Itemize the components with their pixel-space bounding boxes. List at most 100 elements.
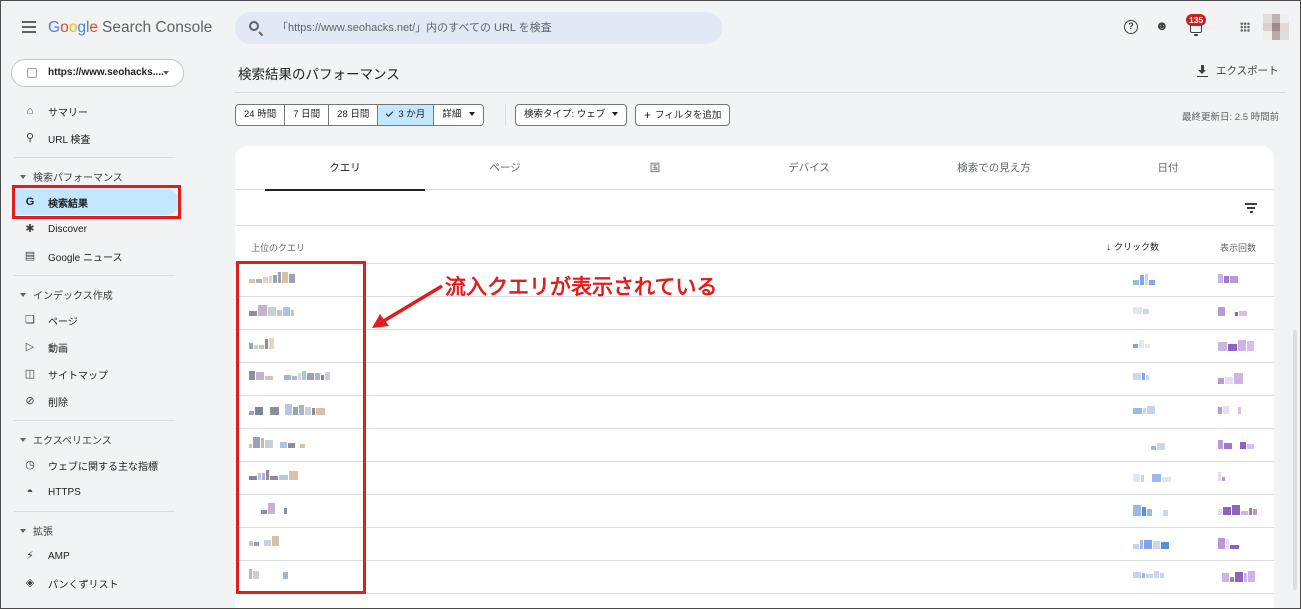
collapse-arrow-icon bbox=[20, 437, 26, 442]
impressions-cell-redacted bbox=[1218, 274, 1239, 283]
sidebar-item-label: 動画 bbox=[48, 343, 68, 355]
sidebar-divider bbox=[14, 157, 175, 158]
table-row[interactable] bbox=[235, 561, 1274, 594]
clicks-cell-redacted bbox=[1133, 472, 1178, 482]
column-header-clicks[interactable]: ↓ クリック数 bbox=[1106, 240, 1159, 253]
range-3-months-button[interactable]: 3 か月 bbox=[378, 105, 435, 125]
table-row[interactable] bbox=[235, 330, 1274, 363]
property-chart-icon bbox=[27, 68, 37, 78]
impressions-cell-redacted bbox=[1218, 439, 1255, 449]
sidebar-item-discover[interactable]: ✱ Discover bbox=[14, 216, 179, 242]
table-row[interactable] bbox=[235, 363, 1274, 396]
table-row[interactable] bbox=[235, 495, 1274, 528]
clicks-cell-redacted bbox=[1133, 373, 1150, 380]
sidebar-item-google-news[interactable]: ▤ Google ニュース bbox=[14, 243, 179, 269]
sidebar-item-label: URL 検査 bbox=[48, 134, 91, 146]
asterisk-icon: ✱ bbox=[25, 223, 35, 235]
sidebar-item-label: HTTPS bbox=[48, 486, 81, 498]
home-icon: ⌂ bbox=[26, 105, 34, 117]
clicks-cell-redacted bbox=[1133, 571, 1165, 578]
sidebar-item-label: サイトマップ bbox=[48, 370, 108, 382]
sidebar-item-label: AMP bbox=[48, 550, 70, 562]
property-label: https://www.seohacks.... bbox=[48, 67, 164, 78]
video-icon: ▷ bbox=[25, 341, 35, 353]
export-button[interactable]: エクスポート bbox=[1197, 63, 1279, 78]
sidebar-item-label: Google ニュース bbox=[48, 252, 123, 264]
chevron-down-icon bbox=[469, 112, 476, 116]
tab-queries[interactable]: クエリ bbox=[265, 146, 425, 191]
google-apps-grid-icon[interactable] bbox=[1240, 22, 1250, 32]
column-header-query[interactable]: 上位のクエリ bbox=[251, 241, 305, 254]
sidebar-item-https[interactable]: ◓ HTTPS bbox=[14, 479, 179, 505]
header-divider bbox=[235, 92, 1286, 93]
search-type-dropdown[interactable]: 検索タイプ: ウェブ bbox=[515, 104, 628, 126]
table-row[interactable] bbox=[235, 396, 1274, 429]
column-header-impressions[interactable]: 表示回数 bbox=[1220, 241, 1256, 254]
collapse-arrow-icon bbox=[20, 292, 26, 297]
table-header: 上位のクエリ ↓ クリック数 表示回数 bbox=[235, 227, 1274, 264]
impressions-cell-redacted bbox=[1218, 373, 1244, 384]
search-icon: ⚲ bbox=[25, 132, 35, 144]
impressions-cell-redacted bbox=[1218, 340, 1255, 351]
page-title: 検索結果のパフォーマンス bbox=[238, 67, 400, 82]
sidebar-divider bbox=[14, 420, 175, 421]
news-icon: ▤ bbox=[24, 250, 36, 262]
sort-descending-icon: ↓ bbox=[1106, 242, 1111, 253]
sidebar-item-amp[interactable]: ⚡ AMP bbox=[14, 543, 179, 569]
hamburger-menu-icon[interactable] bbox=[22, 21, 36, 33]
date-range-selector: 24 時間 7 日間 28 日間 3 か月 詳細 bbox=[235, 104, 485, 126]
range-28-days-button[interactable]: 28 日間 bbox=[329, 105, 379, 125]
download-icon bbox=[1197, 64, 1208, 77]
range-custom-dropdown[interactable]: 詳細 bbox=[434, 105, 484, 125]
sidebar-section-search-performance[interactable]: 検索パフォーマンス bbox=[20, 169, 123, 184]
sidebar-item-core-web-vitals[interactable]: ◷ ウェブに関する主な指標 bbox=[14, 452, 179, 478]
search-icon[interactable] bbox=[249, 21, 259, 31]
url-inspect-input[interactable] bbox=[277, 12, 707, 44]
lock-icon: ◓ bbox=[26, 486, 34, 498]
app-logo[interactable]: Google Search Console bbox=[48, 19, 212, 37]
table-row[interactable] bbox=[235, 429, 1274, 462]
sidebar-item-breadcrumbs[interactable]: ◈ パンくずリスト bbox=[14, 570, 179, 596]
sidebar-item-label: Discover bbox=[48, 223, 87, 235]
filter-divider bbox=[505, 104, 506, 126]
property-selector[interactable]: https://www.seohacks.... bbox=[11, 59, 184, 87]
impressions-cell-redacted bbox=[1218, 307, 1253, 316]
performance-table-card: クエリ ページ 国 デバイス 検索での見え方 日付 上位のクエリ ↓ クリック数 … bbox=[235, 146, 1274, 609]
add-filter-button[interactable]: + フィルタを追加 bbox=[635, 104, 731, 126]
filter-rows-icon[interactable] bbox=[1245, 203, 1257, 213]
range-7-days-button[interactable]: 7 日間 bbox=[285, 105, 330, 125]
page-scrollbar[interactable] bbox=[1293, 330, 1297, 590]
sidebar-item-pages[interactable]: ❏ ページ bbox=[14, 307, 179, 333]
annotation-text: 流入クエリが表示されている bbox=[445, 275, 718, 299]
sidebar-item-url-inspection[interactable]: ⚲ URL 検査 bbox=[14, 125, 179, 151]
pages-icon: ❏ bbox=[25, 314, 35, 326]
app-logo-product: Search Console bbox=[102, 19, 213, 36]
bolt-icon: ⚡ bbox=[26, 550, 34, 562]
checkmark-icon bbox=[385, 109, 394, 117]
table-toolbar bbox=[235, 190, 1274, 226]
tab-search-appearance[interactable]: 検索での見え方 bbox=[914, 146, 1074, 190]
sidebar-section-indexing[interactable]: インデックス作成 bbox=[20, 287, 113, 302]
table-row[interactable] bbox=[235, 462, 1274, 495]
tab-pages[interactable]: ページ bbox=[425, 146, 585, 190]
notification-count-badge: 135 bbox=[1186, 14, 1207, 26]
table-row[interactable] bbox=[235, 528, 1274, 561]
range-24-hours-button[interactable]: 24 時間 bbox=[236, 105, 286, 125]
tab-devices[interactable]: デバイス bbox=[729, 146, 889, 190]
sidebar-item-summary[interactable]: ⌂ サマリー bbox=[14, 98, 179, 124]
help-icon[interactable]: ? bbox=[1124, 20, 1138, 34]
impressions-cell-redacted bbox=[1218, 472, 1236, 481]
tab-dates[interactable]: 日付 bbox=[1088, 146, 1248, 190]
sidebar-item-removals[interactable]: ⊘ 削除 bbox=[14, 388, 179, 414]
clicks-cell-redacted bbox=[1133, 505, 1169, 516]
sidebar-item-video[interactable]: ▷ 動画 bbox=[14, 334, 179, 360]
sidebar-item-sitemaps[interactable]: ◫ サイトマップ bbox=[14, 361, 179, 387]
url-inspect-search-bar[interactable] bbox=[235, 12, 722, 44]
tab-countries[interactable]: 国 bbox=[575, 146, 735, 190]
sidebar-section-experience[interactable]: エクスペリエンス bbox=[20, 432, 112, 447]
manage-users-icon[interactable]: ☻ bbox=[1155, 18, 1169, 33]
account-avatar[interactable] bbox=[1263, 14, 1289, 40]
sidebar-section-enhancements[interactable]: 拡張 bbox=[20, 523, 53, 538]
annotation-arrow bbox=[372, 284, 443, 328]
impressions-cell-redacted bbox=[1218, 406, 1242, 414]
